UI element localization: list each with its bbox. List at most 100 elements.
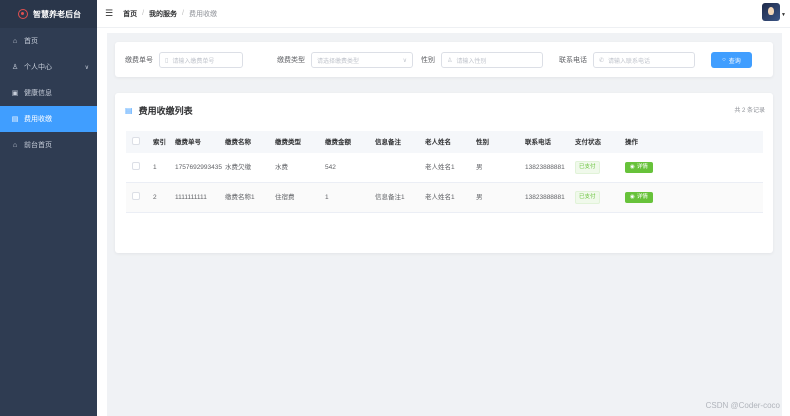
- col-phone: 联系电话: [525, 138, 551, 146]
- cell-sex: 男: [476, 164, 483, 171]
- breadcrumb: 首页 / 我的服务 / 费用收缴: [123, 9, 217, 19]
- row-select-cell: [126, 192, 150, 203]
- table-row: 2 1111111111 缴费名称1 住宿费 1 信息备注1 老人姓名1 男 1…: [126, 183, 763, 213]
- fee-no-placeholder: 请输入缴费单号: [172, 58, 215, 65]
- cell-sex: 男: [476, 194, 483, 201]
- top-header: ☰ 首页 / 我的服务 / 费用收缴 ▼: [97, 0, 790, 28]
- sidebar-item-label: 个人中心: [24, 64, 52, 71]
- row-checkbox[interactable]: [132, 162, 140, 170]
- sidebar-item-label: 费用收缴: [24, 116, 52, 123]
- cell-index: 2: [153, 194, 157, 201]
- gender-input[interactable]: ♙ 请输入性别: [441, 52, 543, 68]
- query-button-label: 查询: [728, 58, 741, 65]
- col-fee-name: 缴费名称: [225, 138, 251, 146]
- gender-label: 性别: [421, 57, 435, 64]
- sidebar-item-fee[interactable]: ▤ 费用收缴: [0, 106, 97, 132]
- avatar[interactable]: [762, 3, 780, 21]
- sidebar-item-health[interactable]: ▣ 健康信息: [0, 80, 97, 106]
- col-status: 支付状态: [575, 138, 601, 146]
- breadcrumb-separator: /: [142, 10, 145, 17]
- list-icon: ▤: [125, 106, 133, 115]
- select-all-checkbox[interactable]: [132, 136, 140, 145]
- col-action: 操作: [625, 138, 638, 146]
- user-icon: ♙: [11, 64, 19, 71]
- detail-button-label: 详情: [636, 164, 648, 170]
- cell-phone: 13823888881: [525, 164, 565, 171]
- breadcrumb-home[interactable]: 首页: [123, 9, 137, 19]
- search-card: 缴费单号 ▯ 请输入缴费单号 缴费类型 请选择缴费类型 ∨ 性别 ♙ 请输入性别…: [115, 42, 773, 77]
- search-icon: ○: [722, 57, 726, 63]
- sidebar-item-home[interactable]: ⌂ 首页: [0, 28, 97, 54]
- query-button[interactable]: ○ 查询: [711, 52, 752, 68]
- breadcrumb-separator: /: [182, 10, 184, 17]
- list-card: ▤ 费用收缴列表 共 2 条记录 索引 缴费单号 缴费名称 缴费类型 缴费金额 …: [115, 93, 773, 253]
- detail-button[interactable]: ◉ 详情: [625, 162, 653, 173]
- fee-type-label: 缴费类型: [277, 57, 305, 64]
- sidebar-item-profile[interactable]: ♙ 个人中心 ∨: [0, 54, 97, 80]
- col-elder: 老人姓名: [425, 138, 451, 146]
- breadcrumb-current: 费用收缴: [188, 10, 217, 18]
- col-index: 索引: [153, 138, 166, 146]
- cell-elder: 老人姓名1: [425, 164, 455, 171]
- list-title-text: 费用收缴列表: [138, 106, 193, 116]
- cell-remark: 信息备注1: [375, 194, 405, 201]
- table-row: 1 1757692993435 水费欠缴 水费 542 老人姓名1 男 1382…: [126, 153, 763, 183]
- logo-icon: [18, 9, 28, 19]
- select-all-cell: [126, 136, 150, 148]
- phone-label: 联系电话: [559, 57, 587, 64]
- phone-icon: ✆: [599, 57, 605, 64]
- brand: 智慧养老后台: [0, 0, 97, 28]
- cell-fee-no: 1757692993435: [175, 164, 222, 171]
- chevron-down-icon: ∨: [84, 64, 89, 71]
- home-icon: ⌂: [12, 37, 18, 45]
- eye-icon: ◉: [630, 164, 635, 170]
- eye-icon: ◉: [630, 194, 635, 200]
- caret-down-icon[interactable]: ▼: [781, 12, 786, 18]
- fee-type-placeholder: 请选择缴费类型: [317, 58, 360, 65]
- watermark: CSDN @Coder-coco: [705, 401, 780, 410]
- cell-status: 已支付: [575, 161, 625, 174]
- fee-icon: ▤: [11, 116, 19, 123]
- status-badge: 已支付: [575, 191, 600, 204]
- cell-action: ◉ 详情: [625, 162, 685, 173]
- row-checkbox[interactable]: [132, 192, 140, 200]
- cell-fee-name: 缴费名称1: [225, 194, 255, 201]
- row-select-cell: [126, 162, 150, 173]
- list-title: ▤ 费用收缴列表: [125, 104, 193, 117]
- col-sex: 性别: [476, 138, 489, 146]
- health-icon: ▣: [11, 90, 19, 97]
- phone-placeholder: 请输入联系电话: [608, 58, 651, 65]
- gender-placeholder: 请输入性别: [456, 58, 487, 65]
- frontpage-icon: ⌂: [12, 141, 18, 149]
- col-fee-type: 缴费类型: [275, 138, 301, 146]
- cell-amount: 1: [325, 194, 329, 201]
- breadcrumb-services[interactable]: 我的服务: [149, 9, 177, 19]
- col-fee-no: 缴费单号: [175, 138, 201, 146]
- status-badge: 已支付: [575, 161, 600, 174]
- user-icon: ♙: [447, 57, 453, 64]
- cell-action: ◉ 详情: [625, 192, 685, 203]
- fee-no-field: 缴费单号 ▯ 请输入缴费单号: [125, 52, 243, 68]
- gender-field: 性别 ♙ 请输入性别: [421, 52, 543, 68]
- cell-fee-type: 水费: [275, 164, 288, 171]
- table-header: 索引 缴费单号 缴费名称 缴费类型 缴费金额 信息备注 老人姓名 性别 联系电话…: [126, 131, 763, 153]
- fee-type-select[interactable]: 请选择缴费类型 ∨: [311, 52, 413, 68]
- cell-fee-no: 1111111111: [175, 194, 207, 201]
- cell-amount: 542: [325, 164, 336, 171]
- sidebar: 智慧养老后台 ⌂ 首页 ♙ 个人中心 ∨ ▣ 健康信息 ▤ 费用收缴 ⌂ 前台首…: [0, 0, 97, 416]
- fee-no-input[interactable]: ▯ 请输入缴费单号: [159, 52, 243, 68]
- phone-input[interactable]: ✆ 请输入联系电话: [593, 52, 695, 68]
- main-content: 缴费单号 ▯ 请输入缴费单号 缴费类型 请选择缴费类型 ∨ 性别 ♙ 请输入性别…: [107, 33, 782, 416]
- detail-button-label: 详情: [636, 194, 648, 200]
- fee-no-label: 缴费单号: [125, 57, 153, 64]
- col-remark: 信息备注: [375, 138, 401, 146]
- doc-icon: ▯: [165, 57, 169, 64]
- record-count: 共 2 条记录: [734, 108, 765, 114]
- chevron-down-icon: ∨: [402, 57, 407, 64]
- fee-table: 索引 缴费单号 缴费名称 缴费类型 缴费金额 信息备注 老人姓名 性别 联系电话…: [126, 131, 763, 213]
- detail-button[interactable]: ◉ 详情: [625, 192, 653, 203]
- sidebar-item-frontpage[interactable]: ⌂ 前台首页: [0, 132, 97, 158]
- cell-status: 已支付: [575, 191, 625, 204]
- col-amount: 缴费金额: [325, 138, 351, 146]
- menu-fold-icon[interactable]: ☰: [105, 8, 113, 19]
